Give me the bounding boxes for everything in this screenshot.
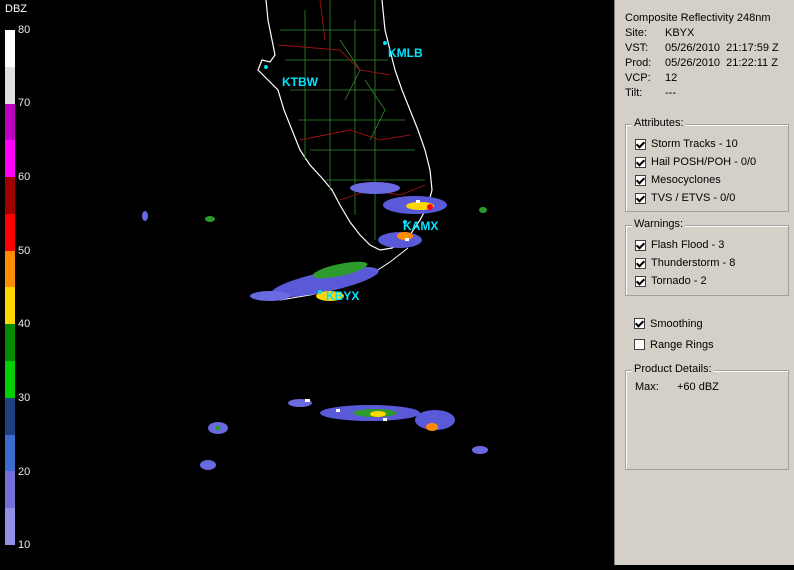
warnings-group: Warnings: Flash Flood - 3 Thunderstorm -… <box>625 218 789 296</box>
scale-tick-10: 10 <box>18 539 31 551</box>
site-label-kamx: KAMX <box>403 219 439 233</box>
checkbox-label: Storm Tracks - 10 <box>651 138 738 150</box>
scale-color-band <box>5 397 15 435</box>
product-details-title: Product Details: <box>632 363 714 375</box>
smoothing-checkbox[interactable]: Smoothing <box>634 313 714 334</box>
attributes-title: Attributes: <box>632 117 686 129</box>
product-info: Composite Reflectivity 248nm Site: KBYX V… <box>625 11 779 101</box>
mesocyclones-checkbox[interactable]: Mesocyclones <box>635 171 756 189</box>
scale-color-band <box>5 434 15 472</box>
checkbox-icon[interactable] <box>634 318 645 329</box>
storm-tracks-checkbox[interactable]: Storm Tracks - 10 <box>635 135 756 153</box>
scale-tick-70: 70 <box>18 97 31 109</box>
checkbox-icon[interactable] <box>635 257 646 269</box>
flash-flood-checkbox[interactable]: Flash Flood - 3 <box>635 236 735 254</box>
scale-color-band <box>5 140 15 178</box>
vcp-value: 12 <box>665 72 678 84</box>
scale-tick-50: 50 <box>18 245 31 257</box>
hail-checkbox[interactable]: Hail POSH/POH - 0/0 <box>635 153 756 171</box>
vst-key: VST: <box>625 42 649 54</box>
product-name: Composite Reflectivity 248nm <box>625 12 771 24</box>
checkbox-icon[interactable] <box>635 239 646 251</box>
attributes-group: Attributes: Storm Tracks - 10 Hail POSH/… <box>625 117 789 212</box>
display-options: Smoothing Range Rings <box>634 313 714 355</box>
checkbox-label: Mesocyclones <box>651 174 721 186</box>
tvs-checkbox[interactable]: TVS / ETVS - 0/0 <box>635 189 756 207</box>
vst-value: 05/26/2010 21:17:59 Z <box>665 42 779 54</box>
color-scale-bar <box>5 30 15 545</box>
scale-tick-60: 60 <box>18 171 31 183</box>
radar-map-view[interactable]: KMLB KTBW KAMX KBYX <box>40 0 614 565</box>
color-scale-legend: DBZ 80 70 60 50 40 30 20 10 <box>0 0 40 565</box>
scale-tick-80: 80 <box>18 24 31 36</box>
info-panel: Composite Reflectivity 248nm Site: KBYX V… <box>614 0 794 565</box>
scale-color-band <box>5 30 15 67</box>
scale-color-band <box>5 213 15 251</box>
prod-value: 05/26/2010 21:22:11 Z <box>665 57 778 69</box>
max-value: +60 dBZ <box>677 381 719 393</box>
checkbox-icon[interactable] <box>635 156 646 168</box>
prod-key: Prod: <box>625 57 652 69</box>
checkbox-label: Tornado - 2 <box>651 275 707 287</box>
vcp-key: VCP: <box>625 72 651 84</box>
checkbox-icon[interactable] <box>634 339 645 350</box>
checkbox-label: Hail POSH/POH - 0/0 <box>651 156 757 168</box>
scale-tick-20: 20 <box>18 466 31 478</box>
scale-tick-30: 30 <box>18 392 31 404</box>
scale-color-band <box>5 66 15 104</box>
site-key: Site: <box>625 27 648 39</box>
product-details-group: Product Details: Max: +60 dBZ <box>625 363 789 470</box>
tilt-key: Tilt: <box>625 87 643 99</box>
scale-color-band <box>5 324 15 362</box>
tilt-value: --- <box>665 87 676 99</box>
max-key: Max: <box>635 381 659 393</box>
warnings-title: Warnings: <box>632 218 686 230</box>
scale-color-band <box>5 361 15 398</box>
checkbox-icon[interactable] <box>635 138 646 150</box>
scale-color-band <box>5 287 15 325</box>
scale-color-band <box>5 471 15 509</box>
checkbox-label: TVS / ETVS - 0/0 <box>651 192 736 204</box>
scale-color-band <box>5 103 15 141</box>
scale-color-band <box>5 250 15 288</box>
checkbox-icon[interactable] <box>635 174 646 186</box>
checkbox-label: Flash Flood - 3 <box>651 239 725 251</box>
checkbox-label: Smoothing <box>650 317 703 330</box>
checkbox-label: Thunderstorm - 8 <box>651 257 736 269</box>
scale-unit: DBZ <box>5 3 27 15</box>
thunderstorm-checkbox[interactable]: Thunderstorm - 8 <box>635 254 735 272</box>
scale-color-band <box>5 508 15 545</box>
checkbox-icon[interactable] <box>635 275 646 287</box>
site-label-ktbw: KTBW <box>282 75 318 89</box>
scale-color-band <box>5 177 15 214</box>
site-value: KBYX <box>665 27 695 39</box>
radar-map-svg <box>142 0 488 470</box>
checkbox-icon[interactable] <box>635 192 646 204</box>
checkbox-label: Range Rings <box>650 338 714 351</box>
site-label-kbyx: KBYX <box>326 289 360 303</box>
scale-tick-40: 40 <box>18 318 31 330</box>
range-rings-checkbox[interactable]: Range Rings <box>634 334 714 355</box>
site-label-kmlb: KMLB <box>388 46 423 60</box>
tornado-checkbox[interactable]: Tornado - 2 <box>635 272 735 290</box>
